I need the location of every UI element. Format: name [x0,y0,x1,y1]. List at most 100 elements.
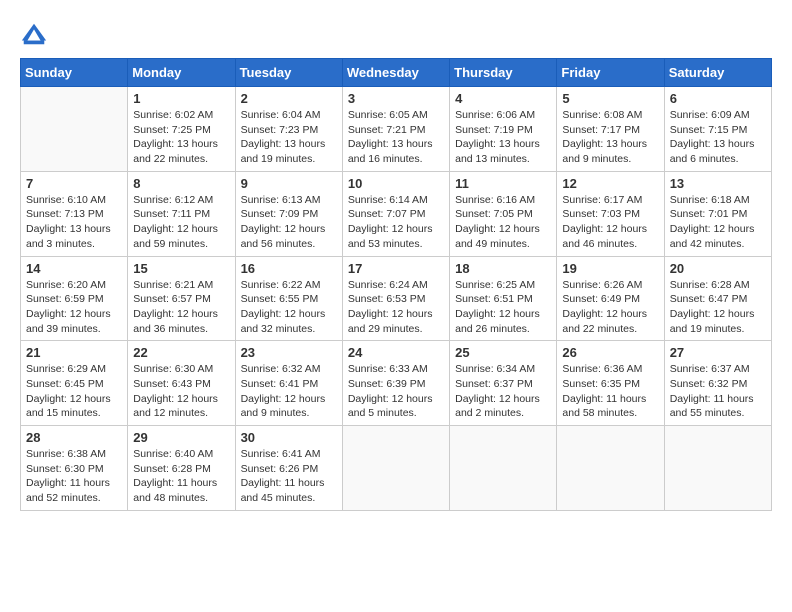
calendar-day-cell: 29 Sunrise: 6:40 AM Sunset: 6:28 PM Dayl… [128,426,235,511]
day-number: 9 [241,176,337,191]
calendar-day-cell: 13 Sunrise: 6:18 AM Sunset: 7:01 PM Dayl… [664,171,771,256]
day-number: 26 [562,345,658,360]
day-info: Sunrise: 6:18 AM Sunset: 7:01 PM Dayligh… [670,193,766,252]
calendar-day-cell [21,87,128,172]
day-number: 30 [241,430,337,445]
logo-icon [20,20,48,48]
day-info: Sunrise: 6:37 AM Sunset: 6:32 PM Dayligh… [670,362,766,421]
day-number: 24 [348,345,444,360]
day-number: 28 [26,430,122,445]
day-number: 2 [241,91,337,106]
day-number: 17 [348,261,444,276]
calendar-week-row: 14 Sunrise: 6:20 AM Sunset: 6:59 PM Dayl… [21,256,772,341]
day-info: Sunrise: 6:04 AM Sunset: 7:23 PM Dayligh… [241,108,337,167]
calendar-day-cell: 27 Sunrise: 6:37 AM Sunset: 6:32 PM Dayl… [664,341,771,426]
calendar-day-cell: 3 Sunrise: 6:05 AM Sunset: 7:21 PM Dayli… [342,87,449,172]
day-number: 14 [26,261,122,276]
day-number: 4 [455,91,551,106]
day-info: Sunrise: 6:05 AM Sunset: 7:21 PM Dayligh… [348,108,444,167]
day-number: 19 [562,261,658,276]
calendar-day-cell [450,426,557,511]
day-number: 23 [241,345,337,360]
day-info: Sunrise: 6:24 AM Sunset: 6:53 PM Dayligh… [348,278,444,337]
day-info: Sunrise: 6:34 AM Sunset: 6:37 PM Dayligh… [455,362,551,421]
day-number: 25 [455,345,551,360]
day-number: 16 [241,261,337,276]
calendar-header-row: SundayMondayTuesdayWednesdayThursdayFrid… [21,59,772,87]
day-info: Sunrise: 6:22 AM Sunset: 6:55 PM Dayligh… [241,278,337,337]
day-number: 11 [455,176,551,191]
day-number: 3 [348,91,444,106]
calendar-day-cell: 4 Sunrise: 6:06 AM Sunset: 7:19 PM Dayli… [450,87,557,172]
calendar-week-row: 1 Sunrise: 6:02 AM Sunset: 7:25 PM Dayli… [21,87,772,172]
day-number: 1 [133,91,229,106]
calendar-day-cell: 24 Sunrise: 6:33 AM Sunset: 6:39 PM Dayl… [342,341,449,426]
day-info: Sunrise: 6:28 AM Sunset: 6:47 PM Dayligh… [670,278,766,337]
calendar-day-cell: 1 Sunrise: 6:02 AM Sunset: 7:25 PM Dayli… [128,87,235,172]
day-info: Sunrise: 6:02 AM Sunset: 7:25 PM Dayligh… [133,108,229,167]
day-info: Sunrise: 6:13 AM Sunset: 7:09 PM Dayligh… [241,193,337,252]
day-number: 7 [26,176,122,191]
day-info: Sunrise: 6:25 AM Sunset: 6:51 PM Dayligh… [455,278,551,337]
calendar-day-cell: 11 Sunrise: 6:16 AM Sunset: 7:05 PM Dayl… [450,171,557,256]
day-info: Sunrise: 6:29 AM Sunset: 6:45 PM Dayligh… [26,362,122,421]
calendar-day-cell: 28 Sunrise: 6:38 AM Sunset: 6:30 PM Dayl… [21,426,128,511]
day-number: 5 [562,91,658,106]
calendar-day-cell: 5 Sunrise: 6:08 AM Sunset: 7:17 PM Dayli… [557,87,664,172]
logo [20,20,52,48]
day-info: Sunrise: 6:09 AM Sunset: 7:15 PM Dayligh… [670,108,766,167]
day-number: 6 [670,91,766,106]
calendar-week-row: 7 Sunrise: 6:10 AM Sunset: 7:13 PM Dayli… [21,171,772,256]
weekday-header: Monday [128,59,235,87]
calendar-day-cell: 19 Sunrise: 6:26 AM Sunset: 6:49 PM Dayl… [557,256,664,341]
calendar-day-cell: 14 Sunrise: 6:20 AM Sunset: 6:59 PM Dayl… [21,256,128,341]
day-number: 18 [455,261,551,276]
day-number: 8 [133,176,229,191]
day-info: Sunrise: 6:33 AM Sunset: 6:39 PM Dayligh… [348,362,444,421]
calendar-day-cell: 6 Sunrise: 6:09 AM Sunset: 7:15 PM Dayli… [664,87,771,172]
calendar-day-cell: 20 Sunrise: 6:28 AM Sunset: 6:47 PM Dayl… [664,256,771,341]
calendar-day-cell: 16 Sunrise: 6:22 AM Sunset: 6:55 PM Dayl… [235,256,342,341]
weekday-header: Wednesday [342,59,449,87]
calendar-week-row: 28 Sunrise: 6:38 AM Sunset: 6:30 PM Dayl… [21,426,772,511]
day-number: 13 [670,176,766,191]
calendar-day-cell: 21 Sunrise: 6:29 AM Sunset: 6:45 PM Dayl… [21,341,128,426]
day-number: 15 [133,261,229,276]
calendar-day-cell: 30 Sunrise: 6:41 AM Sunset: 6:26 PM Dayl… [235,426,342,511]
calendar-day-cell: 23 Sunrise: 6:32 AM Sunset: 6:41 PM Dayl… [235,341,342,426]
calendar-day-cell: 22 Sunrise: 6:30 AM Sunset: 6:43 PM Dayl… [128,341,235,426]
day-info: Sunrise: 6:14 AM Sunset: 7:07 PM Dayligh… [348,193,444,252]
calendar-day-cell: 7 Sunrise: 6:10 AM Sunset: 7:13 PM Dayli… [21,171,128,256]
day-info: Sunrise: 6:21 AM Sunset: 6:57 PM Dayligh… [133,278,229,337]
calendar-week-row: 21 Sunrise: 6:29 AM Sunset: 6:45 PM Dayl… [21,341,772,426]
weekday-header: Sunday [21,59,128,87]
calendar-day-cell: 2 Sunrise: 6:04 AM Sunset: 7:23 PM Dayli… [235,87,342,172]
day-info: Sunrise: 6:08 AM Sunset: 7:17 PM Dayligh… [562,108,658,167]
calendar-day-cell: 26 Sunrise: 6:36 AM Sunset: 6:35 PM Dayl… [557,341,664,426]
calendar-day-cell [664,426,771,511]
calendar-day-cell: 10 Sunrise: 6:14 AM Sunset: 7:07 PM Dayl… [342,171,449,256]
day-number: 27 [670,345,766,360]
calendar-day-cell: 25 Sunrise: 6:34 AM Sunset: 6:37 PM Dayl… [450,341,557,426]
day-number: 21 [26,345,122,360]
calendar-day-cell [557,426,664,511]
day-number: 20 [670,261,766,276]
day-info: Sunrise: 6:20 AM Sunset: 6:59 PM Dayligh… [26,278,122,337]
calendar-day-cell: 9 Sunrise: 6:13 AM Sunset: 7:09 PM Dayli… [235,171,342,256]
calendar-day-cell: 15 Sunrise: 6:21 AM Sunset: 6:57 PM Dayl… [128,256,235,341]
weekday-header: Thursday [450,59,557,87]
calendar-day-cell: 12 Sunrise: 6:17 AM Sunset: 7:03 PM Dayl… [557,171,664,256]
weekday-header: Friday [557,59,664,87]
day-info: Sunrise: 6:38 AM Sunset: 6:30 PM Dayligh… [26,447,122,506]
day-info: Sunrise: 6:40 AM Sunset: 6:28 PM Dayligh… [133,447,229,506]
calendar-day-cell: 8 Sunrise: 6:12 AM Sunset: 7:11 PM Dayli… [128,171,235,256]
day-info: Sunrise: 6:32 AM Sunset: 6:41 PM Dayligh… [241,362,337,421]
day-info: Sunrise: 6:10 AM Sunset: 7:13 PM Dayligh… [26,193,122,252]
day-info: Sunrise: 6:30 AM Sunset: 6:43 PM Dayligh… [133,362,229,421]
day-info: Sunrise: 6:06 AM Sunset: 7:19 PM Dayligh… [455,108,551,167]
calendar-day-cell: 17 Sunrise: 6:24 AM Sunset: 6:53 PM Dayl… [342,256,449,341]
day-info: Sunrise: 6:16 AM Sunset: 7:05 PM Dayligh… [455,193,551,252]
day-number: 22 [133,345,229,360]
day-info: Sunrise: 6:26 AM Sunset: 6:49 PM Dayligh… [562,278,658,337]
calendar-day-cell: 18 Sunrise: 6:25 AM Sunset: 6:51 PM Dayl… [450,256,557,341]
